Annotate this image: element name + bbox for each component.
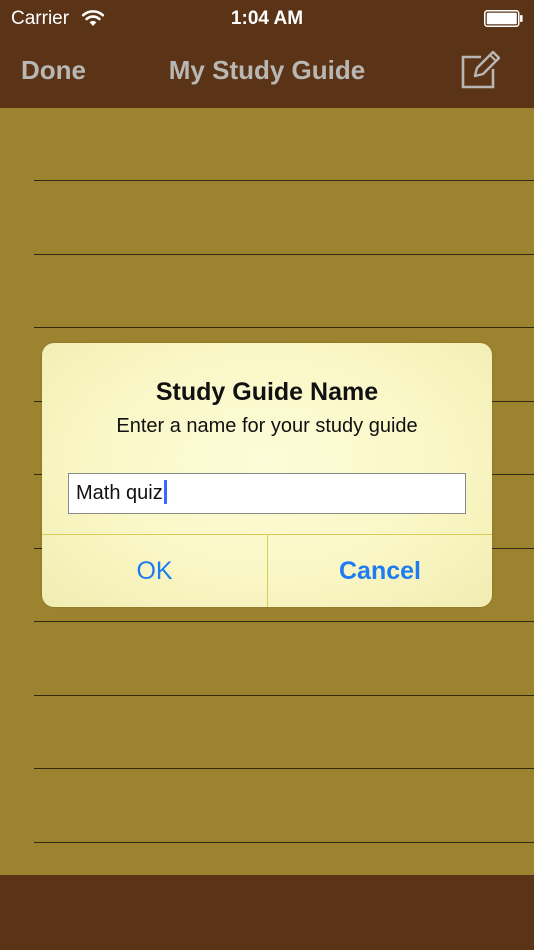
ok-button[interactable]: OK [42,535,267,607]
ruled-line [34,621,534,622]
dialog-title: Study Guide Name [155,378,379,406]
ruled-line [34,254,534,255]
battery-icon [484,10,523,27]
text-caret [163,480,167,504]
ruled-line [34,768,534,769]
page-title: My Study Guide [168,55,366,85]
cancel-button[interactable]: Cancel [268,535,492,607]
navigation-bar: Done My Study Guide [0,38,534,108]
dialog-message: Enter a name for your study guide [116,415,418,437]
compose-icon[interactable] [459,49,501,91]
bottom-toolbar [0,875,534,950]
status-bar: Carrier 1:04 AM [0,0,534,38]
ruled-line [34,180,534,181]
study-guide-name-input[interactable]: Math quiz [68,473,466,514]
study-guide-name-dialog: Study Guide Name Enter a name for your s… [42,343,492,607]
ruled-line [34,327,534,328]
clock: 1:04 AM [230,8,304,29]
input-text: Math quiz [76,482,163,504]
ruled-line [34,842,534,843]
ruled-line [34,695,534,696]
